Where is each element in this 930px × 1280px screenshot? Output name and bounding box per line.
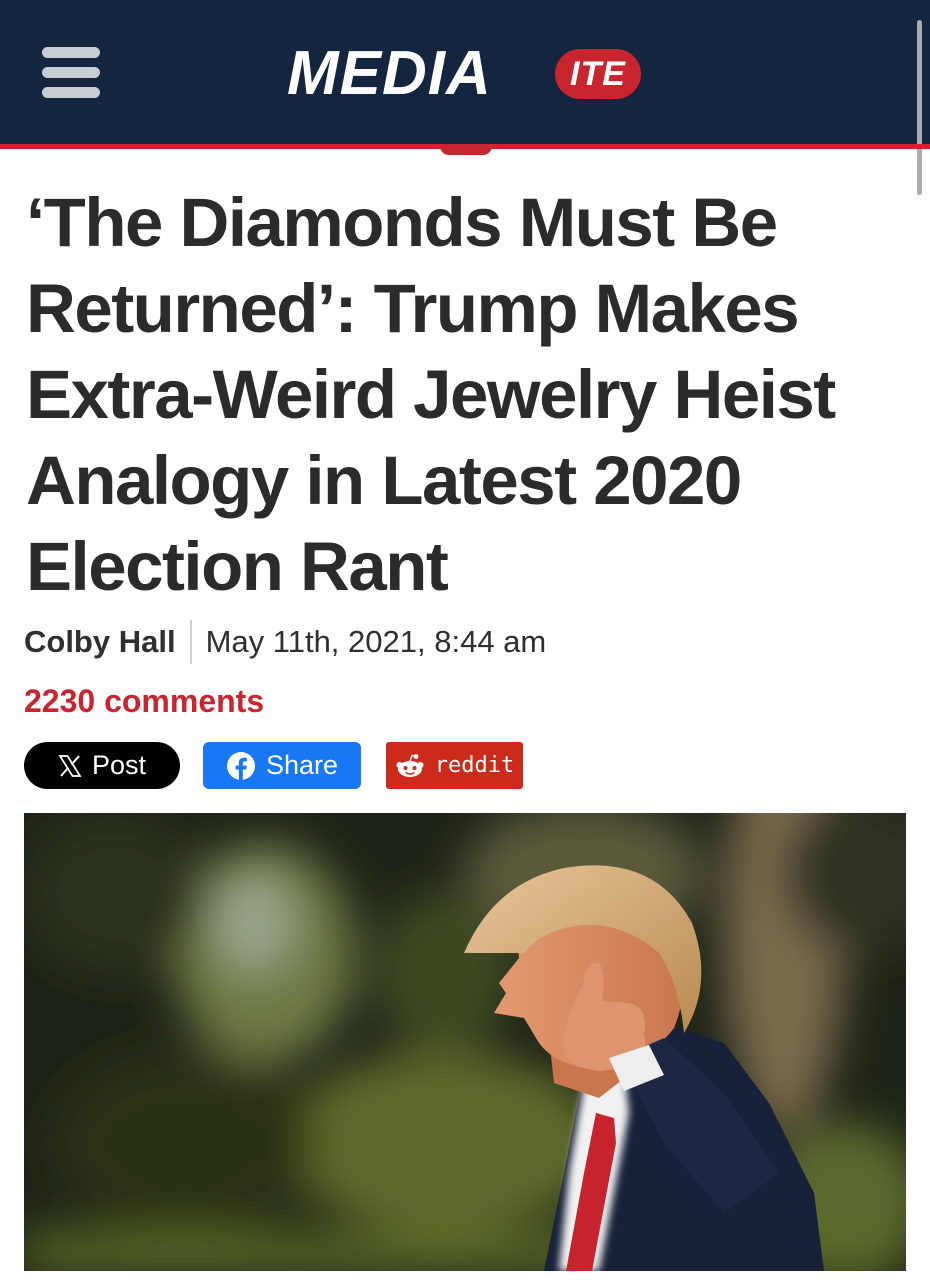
- article-headline: ‘The Diamonds Must Be Returned’: Trump M…: [26, 184, 836, 605]
- article-hero-image: [24, 813, 906, 1271]
- page-scrollbar[interactable]: [917, 20, 922, 195]
- byline-divider: [189, 620, 192, 664]
- x-post-button[interactable]: Post: [24, 742, 180, 789]
- x-logo-icon: [58, 754, 82, 777]
- x-post-label: Post: [91, 750, 147, 780]
- author-name[interactable]: Colby Hall: [24, 624, 176, 659]
- site-logo[interactable]: MEDIA ITE: [287, 42, 647, 106]
- logo-badge-text: ITE: [570, 55, 626, 93]
- logo-badge: ITE: [555, 49, 641, 99]
- facebook-share-label: Share: [265, 750, 339, 780]
- logo-tab-decoration: [440, 146, 492, 155]
- site-header: MEDIA ITE: [0, 0, 930, 195]
- logo-wordmark: MEDIA: [287, 39, 492, 108]
- reddit-logo-icon: [396, 753, 424, 777]
- article-byline: Colby Hall May 11th, 2021, 8:44 am: [24, 620, 546, 664]
- reddit-share-label: reddit: [434, 753, 515, 778]
- hamburger-menu-icon[interactable]: [42, 47, 100, 99]
- reddit-share-button[interactable]: reddit: [386, 742, 523, 789]
- facebook-logo-icon: [226, 751, 255, 780]
- hero-photo-illustration: [24, 813, 906, 1271]
- publish-date: May 11th, 2021, 8:44 am: [205, 624, 547, 659]
- comments-link[interactable]: 2230 comments: [24, 681, 264, 721]
- facebook-share-button[interactable]: Share: [203, 742, 361, 789]
